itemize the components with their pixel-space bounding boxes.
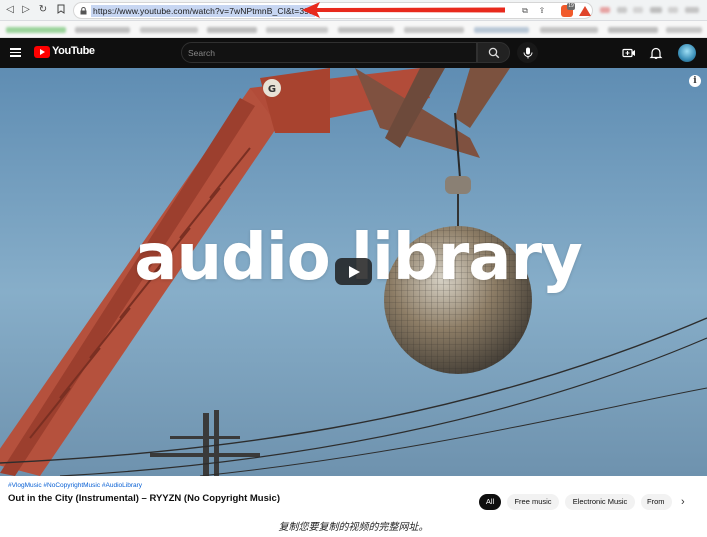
bookmark-item[interactable]: [474, 27, 529, 33]
extension-icon[interactable]: [633, 7, 643, 13]
extension-icon[interactable]: [685, 7, 699, 13]
reload-icon[interactable]: ↻: [37, 4, 49, 16]
mic-icon: [523, 47, 532, 58]
extension-icon[interactable]: [668, 7, 678, 13]
extension-icon[interactable]: [600, 7, 610, 13]
bookmark-item[interactable]: [540, 27, 598, 33]
chip-electronic-music[interactable]: Electronic Music: [565, 494, 635, 510]
bookmark-icon[interactable]: [55, 4, 67, 16]
channel-badge: G: [268, 84, 276, 95]
bookmarks-bar: [0, 21, 707, 38]
install-icon[interactable]: ⧉: [520, 6, 530, 16]
forward-icon[interactable]: ▷: [20, 4, 32, 16]
create-icon[interactable]: [622, 46, 636, 60]
voice-search-button[interactable]: [517, 42, 538, 63]
bookmark-item[interactable]: [404, 27, 464, 33]
brave-shield-count: 19: [567, 3, 575, 10]
bookmark-item[interactable]: [666, 27, 702, 33]
info-icon[interactable]: i: [689, 75, 701, 87]
search-icon: [488, 47, 500, 59]
video-title: Out in the City (Instrumental) – RYYZN (…: [8, 493, 280, 504]
chip-free-music[interactable]: Free music: [507, 494, 559, 510]
caption: 复制您要复制的视频的完整网址。: [278, 522, 429, 533]
chip-all[interactable]: All: [479, 494, 501, 510]
play-icon[interactable]: [335, 258, 372, 285]
chip-from[interactable]: From: [641, 494, 672, 510]
annotation-arrow: [302, 2, 505, 18]
youtube-logo-icon[interactable]: [34, 46, 50, 58]
bookmark-item[interactable]: [140, 27, 198, 33]
menu-icon[interactable]: [10, 48, 21, 57]
search-input[interactable]: [181, 42, 477, 63]
extension-icon[interactable]: [650, 7, 662, 13]
bookmark-item[interactable]: [75, 27, 130, 33]
bookmark-item[interactable]: [6, 27, 66, 33]
video-hashtags[interactable]: #VlogMusic #NoCopyrightMusic #AudioLibra…: [8, 482, 142, 489]
youtube-masthead: YouTube: [0, 38, 707, 68]
bookmark-item[interactable]: [207, 27, 257, 33]
search-button[interactable]: [477, 42, 510, 63]
share-icon[interactable]: ⇪: [537, 6, 547, 16]
bookmark-item[interactable]: [266, 27, 328, 33]
extension-icon[interactable]: [617, 7, 627, 13]
chevron-right-icon[interactable]: ›: [681, 496, 685, 508]
bell-icon[interactable]: [649, 46, 663, 60]
back-icon[interactable]: ◁: [4, 4, 16, 16]
avatar[interactable]: [678, 44, 696, 62]
url-text[interactable]: https://www.youtube.com/watch?v=7wNPtmnB…: [91, 5, 316, 17]
youtube-logo-text[interactable]: YouTube: [52, 45, 95, 57]
bookmark-item[interactable]: [608, 27, 658, 33]
bookmark-item[interactable]: [338, 27, 394, 33]
screenshot-frame: ◁ ▷ ↻ https://www.youtube.com/watch?v=7w…: [0, 0, 707, 537]
video-player[interactable]: G audio library i: [0, 68, 707, 476]
bat-rewards-icon[interactable]: [579, 6, 591, 16]
lock-icon: [80, 7, 87, 15]
